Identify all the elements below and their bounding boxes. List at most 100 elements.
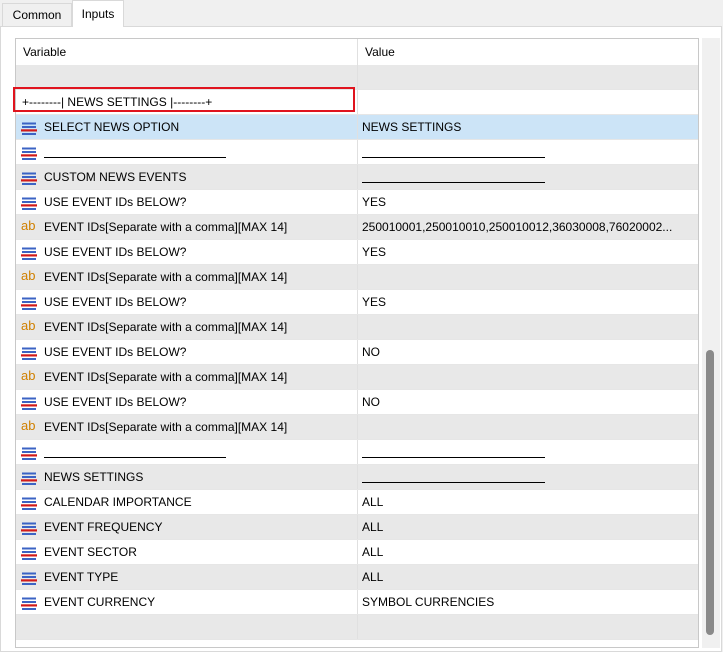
table-row[interactable]: [16, 440, 698, 465]
variable-label: EVENT IDs[Separate with a comma][MAX 14]: [44, 270, 288, 284]
table-row[interactable]: EVENT CURRENCY SYMBOL CURRENCIES: [16, 590, 698, 615]
value-cell[interactable]: YES: [362, 240, 696, 264]
string-icon: ab: [21, 418, 36, 433]
tab-common[interactable]: Common: [2, 3, 72, 26]
value-cell[interactable]: NEWS SETTINGS: [362, 115, 696, 139]
table-row[interactable]: NEWS SETTINGS: [16, 465, 698, 490]
variable-label: EVENT IDs[Separate with a comma][MAX 14]: [44, 220, 288, 234]
table-row[interactable]: USE EVENT IDs BELOW? NO: [16, 390, 698, 415]
variable-label: SELECT NEWS OPTION: [44, 120, 180, 134]
value-cell[interactable]: YES: [362, 190, 696, 214]
table-row[interactable]: USE EVENT IDs BELOW? YES: [16, 190, 698, 215]
value-text: ALL: [362, 495, 384, 509]
separator-line: [362, 465, 545, 483]
enum-icon: [21, 195, 37, 210]
table-row[interactable]: ab EVENT IDs[Separate with a comma][MAX 1…: [16, 365, 698, 390]
scrollbar-thumb[interactable]: [706, 350, 714, 635]
variable-cell: EVENT SECTOR: [16, 540, 358, 564]
table-row[interactable]: [16, 140, 698, 165]
variable-label: EVENT SECTOR: [44, 545, 137, 559]
variable-cell: ab EVENT IDs[Separate with a comma][MAX 1…: [16, 365, 358, 389]
variable-cell: SELECT NEWS OPTION: [16, 115, 358, 139]
string-icon: ab: [21, 368, 36, 383]
value-cell[interactable]: [362, 315, 696, 339]
variable-cell: ab EVENT IDs[Separate with a comma][MAX 1…: [16, 215, 358, 239]
enum-icon: [21, 445, 37, 460]
value-text: YES: [362, 295, 387, 309]
variable-cell: CALENDAR IMPORTANCE: [16, 490, 358, 514]
table-row[interactable]: ab EVENT IDs[Separate with a comma][MAX 1…: [16, 315, 698, 340]
value-cell[interactable]: ALL: [362, 515, 696, 539]
value-text: NO: [362, 345, 380, 359]
value-cell[interactable]: [362, 465, 696, 489]
string-icon: ab: [21, 218, 36, 233]
value-cell[interactable]: [362, 140, 696, 164]
separator-line: [44, 140, 226, 158]
enum-icon: [21, 520, 37, 535]
value-cell[interactable]: SYMBOL CURRENCIES: [362, 590, 696, 614]
variable-label: EVENT CURRENCY: [44, 595, 156, 609]
string-icon: ab: [21, 268, 36, 283]
value-text: NEWS SETTINGS: [362, 120, 462, 134]
table-row[interactable]: ab EVENT IDs[Separate with a comma][MAX 1…: [16, 265, 698, 290]
value-cell[interactable]: ALL: [362, 565, 696, 589]
table-row[interactable]: EVENT SECTOR ALL: [16, 540, 698, 565]
header-value[interactable]: Value: [358, 39, 698, 65]
value-cell[interactable]: YES: [362, 290, 696, 314]
enum-icon: [21, 345, 37, 360]
value-cell[interactable]: [362, 90, 696, 114]
variable-cell: +--------| NEWS SETTINGS |--------+: [16, 90, 358, 114]
value-text: 250010001,250010010,250010012,36030008,7…: [362, 220, 673, 234]
table-row[interactable]: CUSTOM NEWS EVENTS: [16, 165, 698, 190]
table-row[interactable]: USE EVENT IDs BELOW? YES: [16, 240, 698, 265]
enum-icon: [21, 545, 37, 560]
table-row[interactable]: [16, 65, 698, 90]
separator-line: [44, 440, 226, 458]
table-row[interactable]: EVENT FREQUENCY ALL: [16, 515, 698, 540]
table-row[interactable]: [16, 615, 698, 640]
value-cell[interactable]: [362, 65, 696, 89]
variable-cell: ab EVENT IDs[Separate with a comma][MAX 1…: [16, 315, 358, 339]
variable-label: USE EVENT IDs BELOW?: [44, 245, 187, 259]
header-variable[interactable]: Variable: [16, 39, 358, 65]
table-row[interactable]: EVENT TYPE ALL: [16, 565, 698, 590]
table-row[interactable]: USE EVENT IDs BELOW? NO: [16, 340, 698, 365]
table-row[interactable]: ab EVENT IDs[Separate with a comma][MAX 1…: [16, 415, 698, 440]
variable-cell: [16, 615, 358, 639]
enum-icon: [21, 395, 37, 410]
table-row[interactable]: SELECT NEWS OPTION NEWS SETTINGS: [16, 115, 698, 140]
enum-icon: [21, 145, 37, 160]
separator-line: [362, 165, 545, 183]
variable-cell: USE EVENT IDs BELOW?: [16, 290, 358, 314]
tab-bar: Common Inputs: [0, 0, 723, 27]
separator-line: [362, 440, 545, 458]
enum-icon: [21, 170, 37, 185]
value-cell[interactable]: NO: [362, 340, 696, 364]
value-cell[interactable]: [362, 440, 696, 464]
value-cell[interactable]: [362, 365, 696, 389]
variable-cell: ab EVENT IDs[Separate with a comma][MAX 1…: [16, 265, 358, 289]
tab-inputs[interactable]: Inputs: [72, 0, 124, 27]
value-cell[interactable]: 250010001,250010010,250010012,36030008,7…: [362, 215, 696, 239]
enum-icon: [21, 295, 37, 310]
value-cell[interactable]: ALL: [362, 540, 696, 564]
variable-cell: [16, 65, 358, 89]
variable-cell: ab EVENT IDs[Separate with a comma][MAX 1…: [16, 415, 358, 439]
value-text: ALL: [362, 545, 384, 559]
variable-cell: USE EVENT IDs BELOW?: [16, 190, 358, 214]
value-cell[interactable]: NO: [362, 390, 696, 414]
table-row[interactable]: CALENDAR IMPORTANCE ALL: [16, 490, 698, 515]
value-cell[interactable]: [362, 265, 696, 289]
value-cell[interactable]: [362, 615, 696, 639]
value-text: NO: [362, 395, 380, 409]
separator-line: [362, 140, 545, 158]
table-row[interactable]: +--------| NEWS SETTINGS |--------+: [16, 90, 698, 115]
table-row[interactable]: USE EVENT IDs BELOW? YES: [16, 290, 698, 315]
value-cell[interactable]: [362, 415, 696, 439]
value-cell[interactable]: [362, 165, 696, 189]
value-cell[interactable]: ALL: [362, 490, 696, 514]
table-row[interactable]: ab EVENT IDs[Separate with a comma][MAX 1…: [16, 215, 698, 240]
grid-rows: +--------| NEWS SETTINGS |--------+ SELEC…: [16, 65, 698, 640]
value-text: YES: [362, 195, 387, 209]
value-text: ALL: [362, 570, 384, 584]
